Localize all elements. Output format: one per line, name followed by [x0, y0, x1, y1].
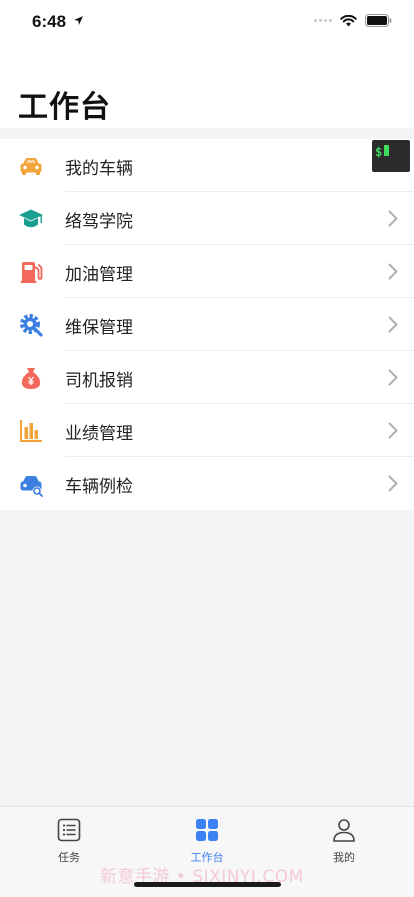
- tab-workbench[interactable]: 工作台: [167, 817, 247, 865]
- graduation-cap-icon: [19, 209, 43, 228]
- menu-item-label: 车辆例检: [65, 477, 133, 497]
- home-indicator: [134, 882, 281, 887]
- tab-label: 任务: [58, 851, 80, 864]
- menu-item-label: 我的车辆: [65, 159, 133, 179]
- menu-item-label: 维保管理: [65, 318, 133, 338]
- menu-item-vehicle-inspection[interactable]: 车辆例检: [0, 457, 414, 510]
- chevron-right-icon: [388, 369, 398, 386]
- grid-icon: [196, 819, 218, 841]
- cellular-signal-icon: [314, 19, 332, 22]
- status-bar: 6:48: [0, 0, 414, 44]
- car-icon: [20, 158, 42, 175]
- location-arrow-icon: [73, 16, 83, 25]
- menu-item-fuel-management[interactable]: 加油管理: [0, 245, 414, 298]
- task-list-icon: [57, 818, 81, 842]
- menu-item-label: 业绩管理: [65, 424, 133, 444]
- gear-wrench-icon: [20, 314, 43, 337]
- terminal-overlay-icon[interactable]: $: [372, 140, 410, 172]
- tab-label: 我的: [333, 851, 355, 864]
- money-bag-icon: [21, 368, 41, 389]
- status-indicators: [314, 14, 392, 27]
- menu-item-my-vehicles[interactable]: 我的车辆: [0, 139, 414, 192]
- menu-item-maintenance[interactable]: 维保管理: [0, 298, 414, 351]
- menu-item-label: 加油管理: [65, 265, 133, 285]
- menu-item-performance[interactable]: 业绩管理: [0, 404, 414, 457]
- menu-item-academy[interactable]: 络驾学院: [0, 192, 414, 245]
- status-time: 6:48: [32, 12, 84, 32]
- menu-item-driver-reimbursement[interactable]: 司机报销: [0, 351, 414, 404]
- header: 工作台: [0, 44, 414, 128]
- svg-text:$: $: [375, 145, 382, 159]
- car-inspection-icon: [20, 476, 43, 497]
- battery-icon: [365, 14, 392, 27]
- wifi-icon: [340, 14, 357, 26]
- status-time-text: 6:48: [32, 12, 67, 31]
- page-title: 工作台: [18, 90, 111, 125]
- menu-item-label: 络驾学院: [65, 212, 133, 232]
- menu-item-label: 司机报销: [65, 371, 133, 391]
- chevron-right-icon: [388, 422, 398, 439]
- bar-chart-icon: [20, 420, 42, 442]
- tab-me[interactable]: 我的: [304, 817, 384, 865]
- fuel-pump-icon: [20, 262, 43, 283]
- user-icon: [333, 819, 355, 842]
- menu-list: 我的车辆 络驾学院 加油管理 维保管理 司机报销 业绩管理 车辆例检: [0, 139, 414, 510]
- chevron-right-icon: [388, 210, 398, 227]
- tab-tasks[interactable]: 任务: [29, 817, 109, 865]
- chevron-right-icon: [388, 316, 398, 333]
- terminal-icon: $: [375, 145, 389, 159]
- chevron-right-icon: [388, 475, 398, 492]
- chevron-right-icon: [388, 263, 398, 280]
